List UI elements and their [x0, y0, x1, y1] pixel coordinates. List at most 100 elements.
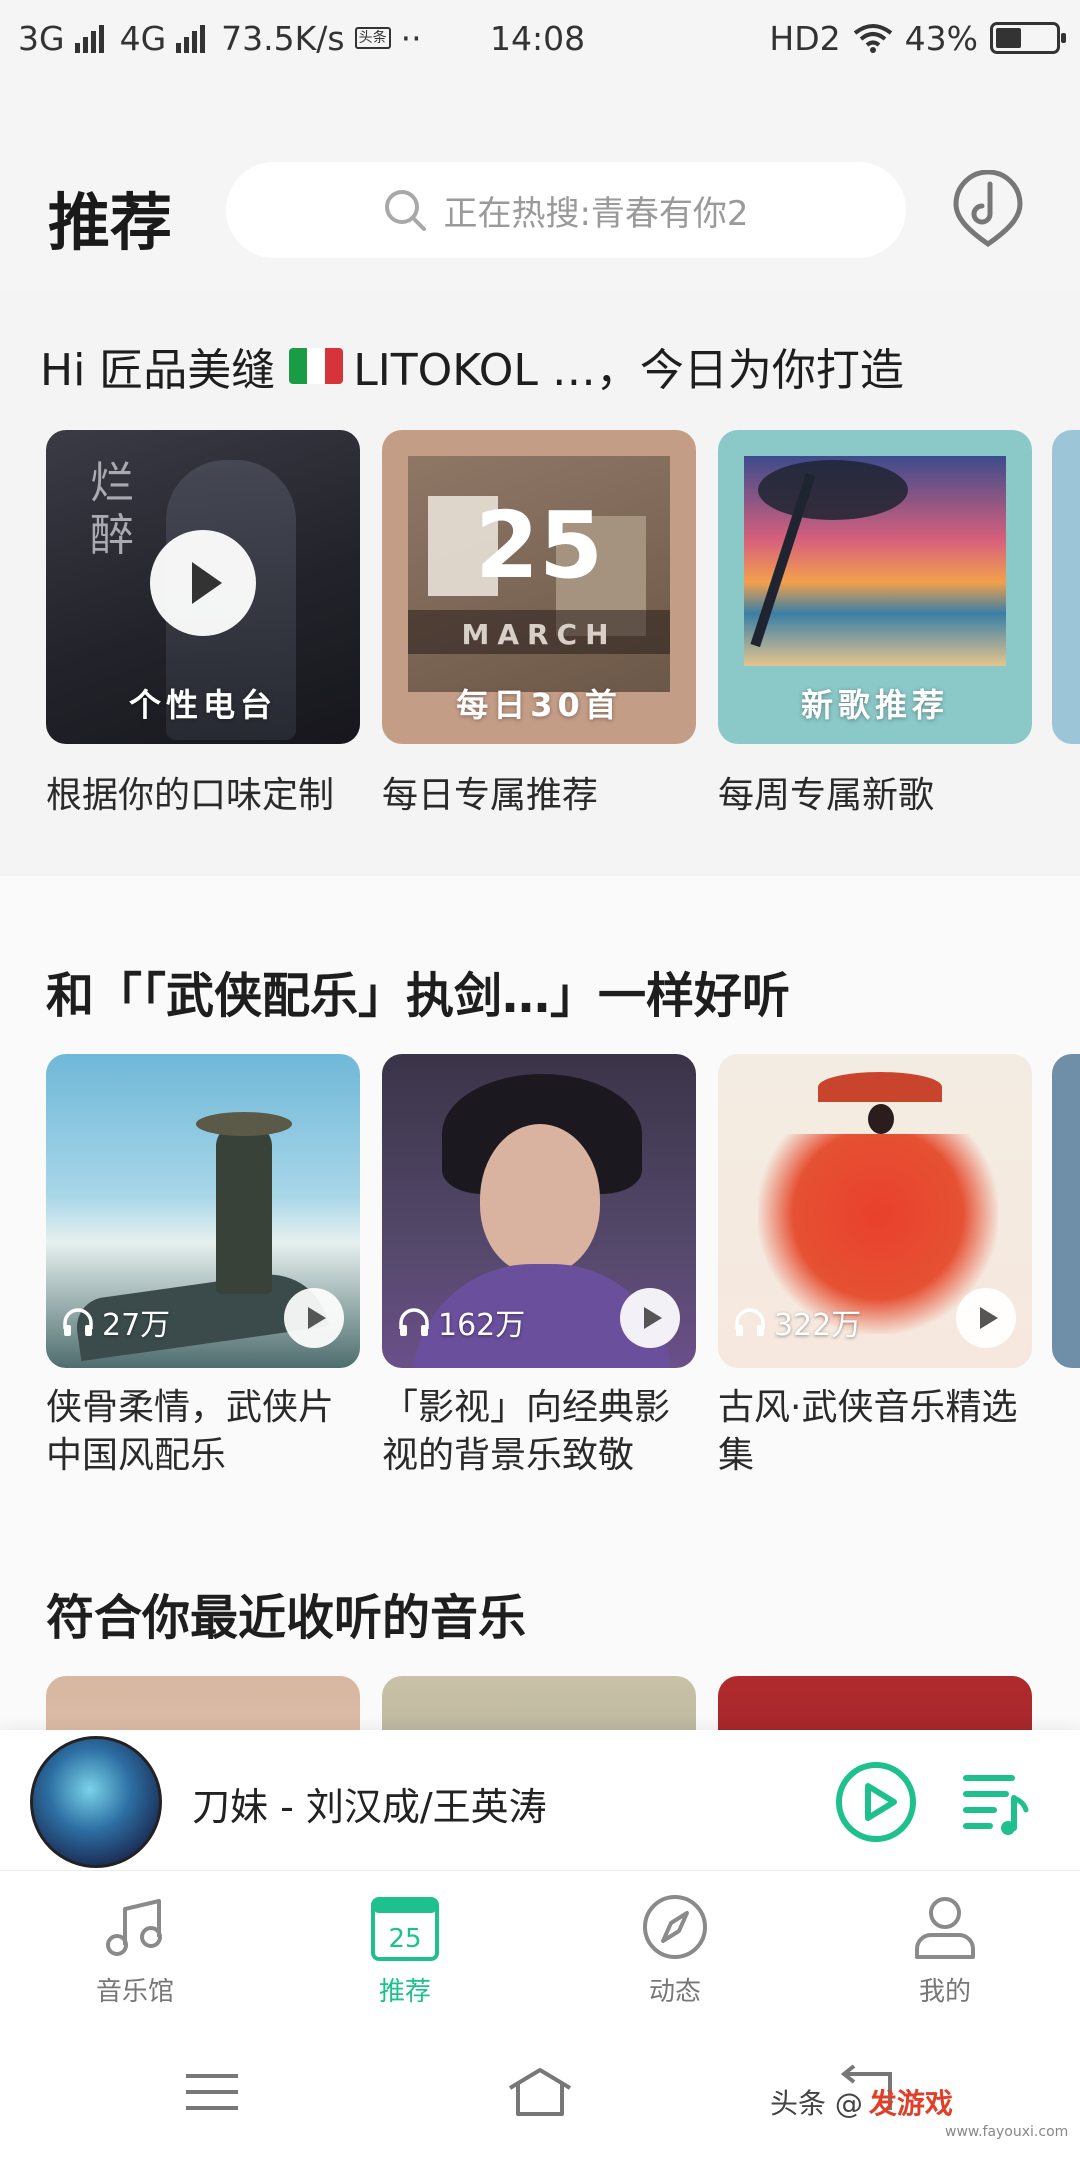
- mini-player[interactable]: 刀妹 - 刘汉成/王英涛: [0, 1730, 1080, 1870]
- playlist-queue-icon[interactable]: [960, 1764, 1030, 1840]
- cover-label: 新歌推荐: [800, 686, 949, 724]
- page-title: 推荐: [48, 186, 173, 259]
- search-placeholder: 正在热搜:青春有你2: [443, 193, 749, 234]
- play-icon[interactable]: [284, 1288, 344, 1348]
- album-art[interactable]: [30, 1736, 162, 1868]
- featured-card-radio[interactable]: 烂醉 个性电台 根据你的口味定制: [46, 430, 360, 818]
- featured-row: 烂醉 个性电台 根据你的口味定制 25 MARCH 每日30首 每日专属推荐 新…: [46, 430, 1032, 818]
- tab-profile[interactable]: 我的: [810, 1871, 1080, 2020]
- featured-card-daily[interactable]: 25 MARCH 每日30首 每日专属推荐: [382, 430, 696, 818]
- tab-bar: 音乐馆 25 推荐 动态 我的: [0, 1870, 1080, 2020]
- tab-feed[interactable]: 动态: [540, 1871, 810, 2020]
- calendar-icon: 25: [371, 1897, 439, 1961]
- card-caption: 每周专属新歌: [718, 775, 935, 816]
- calendar-day: 25: [388, 1924, 421, 1954]
- daily-cover: 25 MARCH 每日30首: [382, 430, 696, 744]
- battery-icon: [990, 22, 1066, 54]
- user-icon: [915, 1897, 975, 1959]
- status-right: HD2 43%: [769, 18, 1066, 58]
- playlist-cover: 162万: [382, 1054, 696, 1368]
- play-count-value: 27万: [102, 1308, 171, 1343]
- more-dots: ··: [400, 18, 422, 58]
- watermark-text: 头条 @: [770, 2087, 863, 2120]
- playlist-card[interactable]: 27万 侠骨柔情，武侠片中国风配乐: [46, 1054, 360, 1480]
- cover-label: 个性电台: [128, 686, 277, 724]
- network-speed: 73.5K/s: [221, 18, 345, 58]
- headphone-icon: [63, 1308, 93, 1336]
- play-icon[interactable]: [620, 1288, 680, 1348]
- playlist-title: 古风·武侠音乐精选集: [718, 1387, 1018, 1476]
- playlist-title: 「影视」向经典影视的背景乐致敬: [382, 1387, 671, 1476]
- tab-label: 推荐: [378, 1977, 431, 2007]
- status-bar: 3G 4G 73.5K/s 头条 ·· 14:08 HD2 43%: [0, 0, 1080, 76]
- card-caption: 每日专属推荐: [382, 775, 599, 816]
- play-count: 322万: [734, 1300, 861, 1344]
- play-button-icon[interactable]: [834, 1760, 918, 1844]
- playlist-title: 侠骨柔情，武侠片中国风配乐: [46, 1387, 335, 1476]
- headphone-icon: [399, 1308, 429, 1336]
- battery-level: [996, 28, 1021, 48]
- italy-flag-icon: [289, 348, 344, 384]
- featured-card-new[interactable]: 新歌推荐 每周专属新歌: [718, 430, 1032, 818]
- tab-label: 音乐馆: [95, 1977, 174, 2007]
- menu-icon[interactable]: [176, 2064, 248, 2120]
- status-left: 3G 4G 73.5K/s 头条 ··: [18, 19, 438, 58]
- watermark-url: www.fayouxi.com: [945, 2124, 1069, 2140]
- cover-face: [480, 1124, 600, 1274]
- signal-icon: [74, 23, 104, 53]
- cover-month: MARCH: [461, 618, 617, 651]
- home-icon[interactable]: [504, 2064, 576, 2120]
- cover-label: 每日30首: [456, 686, 622, 724]
- card-caption: 根据你的口味定制: [46, 775, 335, 816]
- playlist-card[interactable]: 322万 古风·武侠音乐精选集: [718, 1054, 1032, 1480]
- playlist-cover: 322万: [718, 1054, 1032, 1368]
- playlist-cover: 27万: [46, 1054, 360, 1368]
- greeting: Hi 匠品美缝 LITOKOL …，今日为你打造: [40, 334, 904, 398]
- signal-icon: [176, 23, 206, 53]
- headphone-icon: [735, 1308, 765, 1336]
- play-icon[interactable]: [150, 530, 256, 636]
- greeting-suffix: LITOKOL …，今日为你打造: [353, 345, 904, 396]
- music-recognition-icon[interactable]: [950, 170, 1026, 250]
- cover-day: 25: [474, 492, 604, 599]
- toutiao-badge-icon: 头条: [354, 27, 391, 49]
- playlist-card-peek[interactable]: [1052, 1054, 1080, 1368]
- greeting-prefix: Hi 匠品美缝: [40, 345, 276, 396]
- battery-percent: 43%: [904, 18, 978, 58]
- cover-head: [868, 1104, 894, 1134]
- playlist-card[interactable]: 162万 「影视」向经典影视的背景乐致敬: [382, 1054, 696, 1480]
- tab-label: 动态: [648, 1977, 701, 2007]
- wifi-icon: [853, 24, 892, 53]
- cover-umbrella: [818, 1072, 942, 1102]
- network-type-1: 3G: [18, 18, 65, 58]
- play-count-value: 322万: [774, 1308, 862, 1343]
- search-icon: [385, 190, 427, 231]
- play-count: 27万: [62, 1300, 170, 1344]
- header: 推荐 正在热搜:青春有你2: [0, 150, 1080, 270]
- featured-card-peek[interactable]: [1052, 430, 1080, 744]
- radio-cover: 烂醉 个性电台: [46, 430, 360, 744]
- cover-swordsman: [216, 1124, 272, 1294]
- music-note-icon: [106, 1899, 162, 1956]
- compass-icon: [643, 1895, 707, 1959]
- similar-row: 27万 侠骨柔情，武侠片中国风配乐 162万 「影视」向经典影视的背景乐致敬 3: [46, 1054, 1032, 1480]
- play-count: 162万: [398, 1300, 525, 1344]
- tab-music-hall[interactable]: 音乐馆: [0, 1871, 270, 2020]
- cover-hat: [196, 1112, 292, 1136]
- tab-recommend[interactable]: 25 推荐: [270, 1871, 540, 2020]
- new-songs-cover: 新歌推荐: [718, 430, 1032, 744]
- recent-section-title: 符合你最近收听的音乐: [46, 1590, 527, 1646]
- clock: 14:08: [490, 18, 586, 58]
- play-icon[interactable]: [956, 1288, 1016, 1348]
- cover-palm-leaves: [758, 460, 908, 520]
- tab-label: 我的: [918, 1977, 971, 2007]
- hd-indicator: HD2: [769, 18, 841, 58]
- network-type-2: 4G: [119, 18, 167, 58]
- search-input[interactable]: 正在热搜:青春有你2: [226, 162, 906, 258]
- cover-calligraphy: 烂醉: [90, 458, 134, 561]
- similar-section-title: 和「「武侠配乐」执剑…」一样好听: [46, 968, 791, 1024]
- now-playing-title[interactable]: 刀妹 - 刘汉成/王英涛: [192, 1776, 547, 1831]
- watermark-brand: 发游戏: [868, 2087, 953, 2120]
- watermark: 头条 @ 发游戏: [770, 2082, 953, 2122]
- play-count-value: 162万: [438, 1308, 526, 1343]
